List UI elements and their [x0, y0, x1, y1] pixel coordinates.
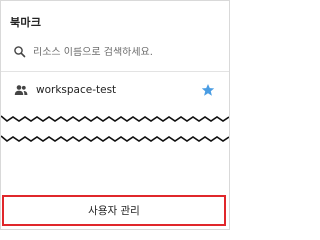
search-input[interactable]: [33, 46, 213, 58]
divider: [1, 71, 229, 72]
content-omitted-tear: [1, 115, 229, 142]
search-box[interactable]: [10, 41, 220, 63]
search-icon: [13, 45, 27, 59]
star-icon[interactable]: [201, 83, 215, 97]
bookmark-panel: 북마크 workspace-test: [0, 0, 230, 230]
user-management-label: 사용자 관리: [88, 205, 140, 217]
bookmark-item-workspace-test[interactable]: workspace-test: [1, 80, 229, 100]
bookmark-label: workspace-test: [36, 84, 117, 96]
panel-title: 북마크: [10, 16, 42, 29]
user-management-button[interactable]: 사용자 관리: [2, 195, 226, 226]
group-icon: [14, 84, 28, 96]
